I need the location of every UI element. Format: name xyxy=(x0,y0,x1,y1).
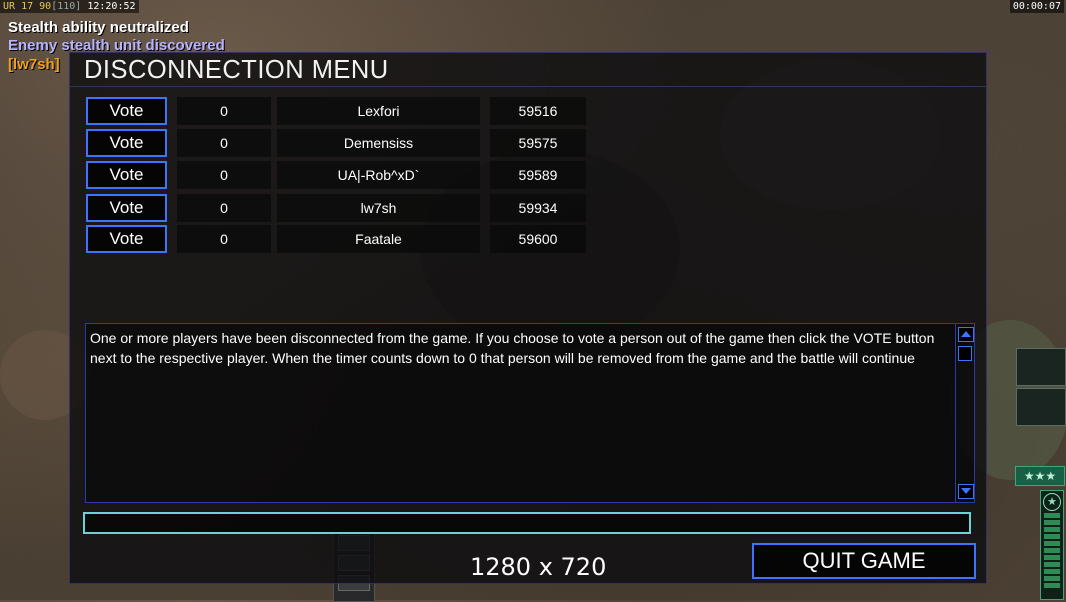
hud-clock: 12:20:52 xyxy=(87,1,136,12)
hud-stats: UR 17 90[110] 12:20:52 xyxy=(0,0,139,13)
game-timer: 00:00:07 xyxy=(1009,0,1064,13)
scroll-down-button[interactable] xyxy=(958,484,974,499)
vote-count: 0 xyxy=(177,194,271,222)
player-name: Faatale xyxy=(277,225,480,253)
chat-input[interactable] xyxy=(83,512,971,534)
vote-count: 0 xyxy=(177,129,271,157)
vote-button[interactable]: Vote xyxy=(86,161,167,189)
player-timer-value: 59575 xyxy=(490,129,586,157)
vote-button[interactable]: Vote xyxy=(86,129,167,157)
message-stealth-neutralized: Stealth ability neutralized xyxy=(8,19,189,36)
info-textbox[interactable]: One or more players have been disconnect… xyxy=(85,323,975,503)
scrollbar[interactable] xyxy=(955,324,974,502)
dialog-title: DISCONNECTION MENU xyxy=(84,54,389,84)
player-name: Demensiss xyxy=(277,129,480,157)
hud-stats-b: 90 xyxy=(39,1,52,12)
player-name: Lexfori xyxy=(277,97,480,125)
arrow-down-icon xyxy=(961,488,971,494)
hud-stats-a: 17 xyxy=(21,1,34,12)
vote-count: 0 xyxy=(177,161,271,189)
disconnection-dialog: DISCONNECTION MENU Vote 0 Lexfori 59516 … xyxy=(69,52,987,584)
arrow-up-icon xyxy=(961,331,971,337)
info-text: One or more players have been disconnect… xyxy=(90,330,935,366)
resolution-label: 1280 x 720 xyxy=(470,553,607,581)
message-player-tag: [lw7sh] xyxy=(8,56,60,73)
title-divider xyxy=(70,86,986,87)
vote-button[interactable]: Vote xyxy=(86,194,167,222)
player-timer-value: 59589 xyxy=(490,161,586,189)
player-timer-value: 59934 xyxy=(490,194,586,222)
player-name: lw7sh xyxy=(277,194,480,222)
vote-button[interactable]: Vote xyxy=(86,225,167,253)
rank-icon: ★ xyxy=(1043,493,1061,511)
vote-count: 0 xyxy=(177,97,271,125)
quit-game-button[interactable]: QUIT GAME xyxy=(752,543,976,579)
hud-stats-c: [110] xyxy=(51,1,82,12)
hud-stats-prefix: UR xyxy=(3,1,16,12)
vote-button[interactable]: Vote xyxy=(86,97,167,125)
player-name: UA|-Rob^xD` xyxy=(277,161,480,189)
power-meter: ★ xyxy=(1040,490,1064,600)
vote-count: 0 xyxy=(177,225,271,253)
unit-card[interactable] xyxy=(1016,388,1066,426)
scroll-up-button[interactable] xyxy=(958,327,974,342)
player-timer-value: 59516 xyxy=(490,97,586,125)
scroll-thumb[interactable] xyxy=(958,346,972,361)
player-timer-value: 59600 xyxy=(490,225,586,253)
rank-stars: ★★★ xyxy=(1015,466,1065,486)
unit-card[interactable] xyxy=(1016,348,1066,386)
